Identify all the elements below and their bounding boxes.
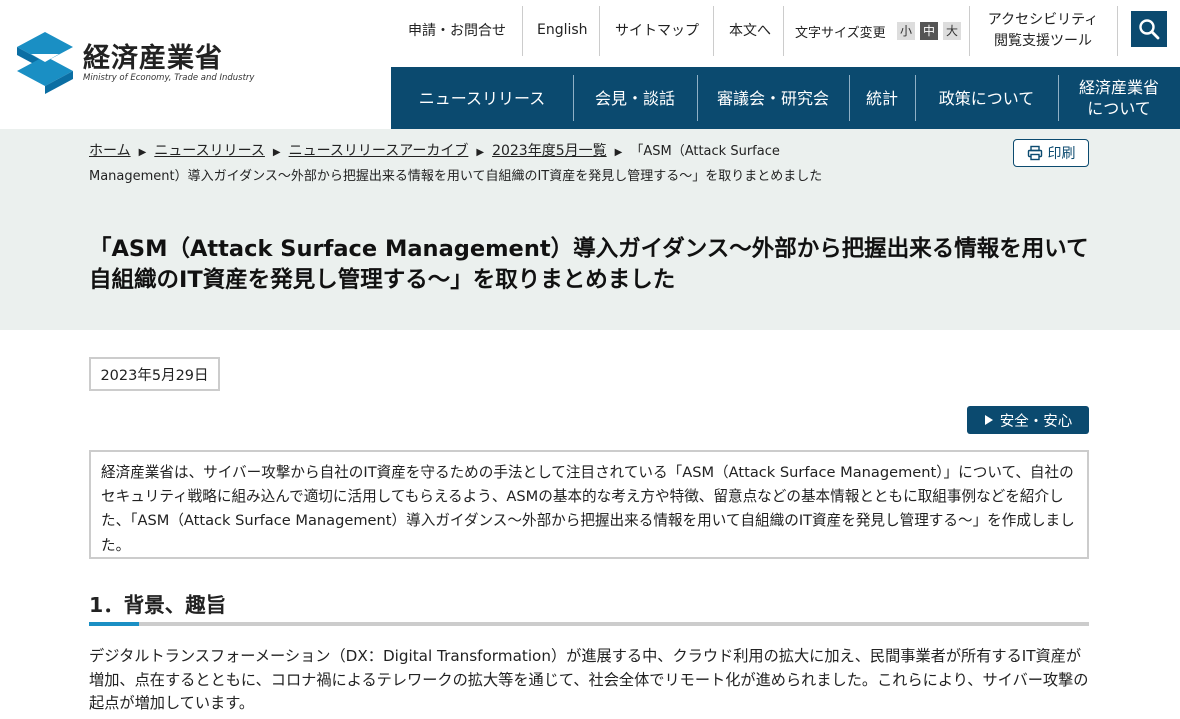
breadcrumb-home[interactable]: ホーム: [89, 143, 131, 159]
font-size-medium-button[interactable]: 中: [920, 22, 938, 40]
util-divider: [522, 6, 523, 56]
breadcrumb-arrow-icon: ▶: [138, 147, 147, 158]
search-icon: [1139, 19, 1160, 40]
site-header: 経済産業省 Ministry of Economy, Trade and Ind…: [0, 0, 1180, 129]
summary-box: 経済産業省は、サイバー攻撃から自社のIT資産を守るための手法として注目されている…: [89, 450, 1089, 559]
font-size-large-button[interactable]: 大: [943, 22, 961, 40]
section-body: デジタルトランスフォーメーション（DX：Digital Transformati…: [89, 647, 1089, 712]
util-divider: [1117, 6, 1118, 56]
nav-council[interactable]: 審議会・研究会: [697, 67, 849, 129]
sitemap-link[interactable]: サイトマップ: [615, 0, 699, 60]
breadcrumb-news[interactable]: ニュースリリース: [154, 143, 265, 159]
print-button[interactable]: 印刷: [1013, 139, 1089, 167]
site-logo[interactable]: 経済産業省 Ministry of Economy, Trade and Ind…: [17, 32, 257, 94]
logo-text-jp: 経済産業省: [83, 43, 223, 74]
util-divider: [599, 6, 600, 56]
breadcrumb-arrow-icon: ▶: [614, 147, 623, 158]
nav-press-conference[interactable]: 会見・談話: [573, 67, 697, 129]
accessibility-tool-link[interactable]: アクセシビリティ 閲覧支援ツール: [978, 10, 1108, 52]
logo-text-en: Ministry of Economy, Trade and Industry: [83, 73, 255, 83]
contact-link[interactable]: 申請・お問合せ: [408, 0, 506, 60]
nav-news-release[interactable]: ニュースリリース: [391, 67, 573, 129]
section-heading-accent: [89, 622, 139, 626]
breadcrumb-archive[interactable]: ニュースリリースアーカイブ: [289, 143, 469, 159]
skip-to-content-link[interactable]: 本文へ: [729, 0, 771, 60]
logo-mark-icon: [17, 32, 73, 94]
triangle-right-icon: [984, 415, 993, 425]
english-link[interactable]: English: [537, 0, 588, 60]
print-label: 印刷: [1047, 146, 1076, 162]
util-divider: [969, 6, 970, 56]
search-button[interactable]: [1131, 11, 1167, 47]
font-size-small-button[interactable]: 小: [897, 22, 915, 40]
global-nav: ニュースリリース 会見・談話 審議会・研究会 統計 政策について 経済産業省につ…: [391, 67, 1180, 129]
nav-policy[interactable]: 政策について: [915, 67, 1058, 129]
breadcrumb: ホーム ▶ ニュースリリース ▶ ニュースリリースアーカイブ ▶ 2023年度5月一覧 ▶ 「A…: [89, 140, 849, 188]
breadcrumb-arrow-icon: ▶: [272, 147, 281, 158]
breadcrumb-arrow-icon: ▶: [476, 147, 485, 158]
section-heading-underline: [89, 622, 1089, 626]
section-heading: 1．背景、趣旨: [89, 593, 227, 617]
printer-icon: [1027, 145, 1042, 161]
nav-about-meti[interactable]: 経済産業省 について: [1058, 67, 1180, 129]
nav-statistics[interactable]: 統計: [849, 67, 915, 129]
font-size-label: 文字サイズ変更: [795, 26, 886, 41]
nav-about-line2: について: [1087, 99, 1151, 118]
util-divider: [713, 6, 714, 56]
accessibility-line2: 閲覧支援ツール: [994, 33, 1092, 49]
title-band: ホーム ▶ ニュースリリース ▶ ニュースリリースアーカイブ ▶ 2023年度5月一覧 ▶ 「A…: [0, 129, 1180, 330]
util-divider: [783, 6, 784, 56]
accessibility-line1: アクセシビリティ: [987, 12, 1099, 28]
nav-about-line1: 経済産業省: [1078, 78, 1159, 97]
category-tag-label: 安全・安心: [999, 413, 1073, 430]
publish-date: 2023年5月29日: [89, 357, 220, 391]
page-title: 「ASM（Attack Surface Management）導入ガイダンス～外…: [89, 236, 1089, 293]
category-tag-button[interactable]: 安全・安心: [967, 406, 1089, 434]
breadcrumb-month[interactable]: 2023年度5月一覧: [492, 143, 607, 159]
